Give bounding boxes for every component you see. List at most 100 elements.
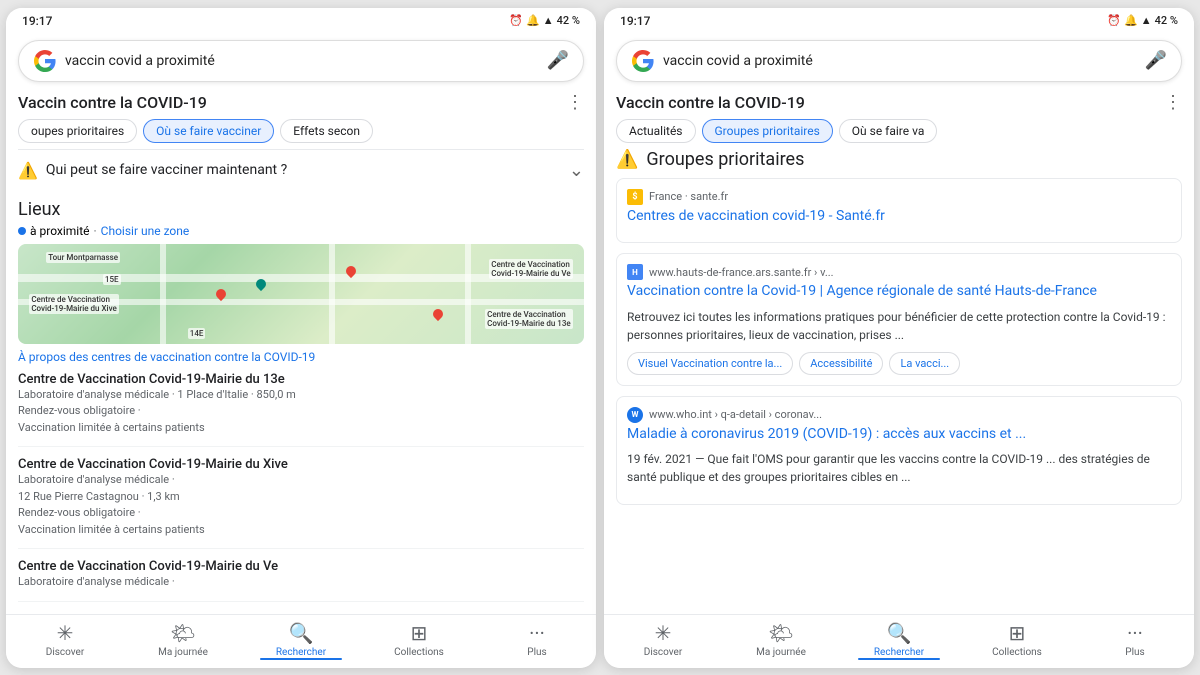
nav-rechercher-right[interactable]: 🔍 Rechercher (840, 621, 958, 660)
priority-header: ⚠️ Groupes prioritaires (616, 149, 1182, 170)
source-line-sante: $ France · sante.fr (627, 189, 1171, 205)
topic-title-left: Vaccin contre la COVID-19 ⋮ (18, 92, 584, 113)
map-pin-3 (430, 306, 444, 320)
mic-icon-right[interactable]: 🎤 (1145, 50, 1167, 71)
more-options-right[interactable]: ⋮ (1164, 92, 1182, 113)
result-card-who: W www.who.int › q-a-detail › coronav... … (616, 396, 1182, 506)
center-2: Centre de Vaccination Covid-19-Mairie du… (18, 457, 584, 549)
nav-journee-right[interactable]: 🌤 Ma journée (722, 621, 840, 660)
rechercher-icon-left: 🔍 (289, 621, 314, 645)
nav-active-bar-left (260, 658, 343, 660)
map-label-15e: 15E (103, 274, 121, 285)
plus-icon-right: ··· (1127, 621, 1143, 645)
chips-row-right: Actualités Groupes prioritaires Où se fa… (616, 119, 1182, 143)
nav-discover-right[interactable]: ✳ Discover (604, 621, 722, 660)
alarm-icon-right: ⏰ (1107, 14, 1121, 27)
battery-icon: 42 % (557, 14, 580, 27)
nav-rechercher-label-right: Rechercher (874, 647, 924, 658)
result-card-sante: $ France · sante.fr Centres de vaccinati… (616, 178, 1182, 244)
bottom-nav-right: ✳ Discover 🌤 Ma journée 🔍 Rechercher ⊞ C… (604, 614, 1194, 668)
location-near: à proximité (30, 224, 90, 238)
collections-icon-right: ⊞ (1009, 621, 1026, 645)
accordion-left[interactable]: ⚠️ Qui peut se faire vacciner maintenant… (18, 149, 584, 191)
left-phone: 19:17 ⏰ 🔔 ▲ 42 % vaccin covid a proximit… (6, 8, 596, 668)
blue-dot-icon (18, 227, 26, 235)
search-bar-right[interactable]: vaccin covid a proximité 🎤 (616, 40, 1182, 82)
center-2-details: Laboratoire d'analyse médicale · 12 Rue … (18, 472, 584, 538)
nav-journee-label-right: Ma journée (756, 647, 806, 658)
accordion-text-left: Qui peut se faire vacciner maintenant ? (46, 162, 561, 178)
chip-ou-se-faire[interactable]: Où se faire va (839, 119, 938, 143)
nav-rechercher-label-left: Rechercher (276, 647, 326, 658)
right-phone: 19:17 ⏰ 🔔 ▲ 42 % vaccin covid a proximit… (604, 8, 1194, 668)
nav-discover-left[interactable]: ✳ Discover (6, 621, 124, 660)
nav-collections-right[interactable]: ⊞ Collections (958, 621, 1076, 660)
nav-plus-left[interactable]: ··· Plus (478, 621, 596, 660)
more-options-left[interactable]: ⋮ (566, 92, 584, 113)
status-bar-left: 19:17 ⏰ 🔔 ▲ 42 % (6, 8, 596, 34)
source-line-hdf: H www.hauts-de-france.ars.sante.fr › v..… (627, 264, 1171, 280)
nav-collections-label-right: Collections (992, 647, 1042, 658)
sitelink-accessibilite[interactable]: Accessibilité (799, 352, 883, 375)
nav-plus-right[interactable]: ··· Plus (1076, 621, 1194, 660)
search-text-left[interactable]: vaccin covid a proximité (65, 53, 539, 69)
who-link[interactable]: Maladie à coronavirus 2019 (COVID-19) : … (627, 425, 1171, 445)
discover-icon-right: ✳ (655, 621, 672, 645)
bottom-nav-left: ✳ Discover 🌤 Ma journée 🔍 Rechercher ⊞ C… (6, 614, 596, 668)
journee-icon-left: 🌤 (170, 621, 195, 645)
search-text-right[interactable]: vaccin covid a proximité (663, 53, 1137, 69)
priority-title: Groupes prioritaires (646, 149, 804, 170)
topic-title-right: Vaccin contre la COVID-19 ⋮ (616, 92, 1182, 113)
sante-source: France · sante.fr (649, 190, 728, 203)
sante-link[interactable]: Centres de vaccination covid-19 - Santé.… (627, 207, 1171, 227)
nav-plus-label-left: Plus (527, 647, 546, 658)
warning-icon-left: ⚠️ (18, 161, 38, 180)
map-label-montparnasse: Tour Montparnasse (46, 252, 120, 263)
map-label-centre2: Centre de VaccinationCovid-19-Mairie du … (29, 294, 118, 314)
sitelink-visuel[interactable]: Visuel Vaccination contre la... (627, 352, 793, 375)
hdf-url: www.hauts-de-france.ars.sante.fr › v... (649, 266, 834, 279)
plus-icon-left: ··· (529, 621, 545, 645)
hdf-desc: Retrouvez ici toutes les informations pr… (627, 308, 1171, 344)
time-right: 19:17 (620, 14, 650, 28)
nav-rechercher-left[interactable]: 🔍 Rechercher (242, 621, 360, 660)
map-label-centre1: Centre de VaccinationCovid-19-Mairie du … (489, 259, 572, 279)
source-line-who: W www.who.int › q-a-detail › coronav... (627, 407, 1171, 423)
sitelink-vacci[interactable]: La vacci... (889, 352, 960, 375)
chip-vacciner[interactable]: Où se faire vacciner (143, 119, 274, 143)
search-bar-left[interactable]: vaccin covid a proximité 🎤 (18, 40, 584, 82)
nav-journee-left[interactable]: 🌤 Ma journée (124, 621, 242, 660)
map-road-v2 (329, 244, 335, 344)
nav-collections-left[interactable]: ⊞ Collections (360, 621, 478, 660)
who-favicon: W (627, 407, 643, 423)
status-icons-left: ⏰ 🔔 ▲ 42 % (509, 14, 580, 27)
chip-effets[interactable]: Effets secon (280, 119, 373, 143)
mic-icon-left[interactable]: 🎤 (547, 50, 569, 71)
map-label-14e: 14E (188, 328, 206, 339)
nav-discover-label-right: Discover (644, 647, 683, 658)
status-bar-right: 19:17 ⏰ 🔔 ▲ 42 % (604, 8, 1194, 34)
hdf-link[interactable]: Vaccination contre la Covid-19 | Agence … (627, 282, 1171, 302)
chip-actualites[interactable]: Actualités (616, 119, 696, 143)
time-left: 19:17 (22, 14, 52, 28)
donotdisturb-icon-right: 🔔 (1124, 14, 1138, 27)
map-road-v3 (465, 244, 471, 344)
who-desc: 19 fév. 2021 — Que fait l'OMS pour garan… (627, 450, 1171, 486)
nav-active-bar-right (858, 658, 941, 660)
nav-discover-label-left: Discover (46, 647, 85, 658)
wifi-icon-right: ▲ (1141, 14, 1152, 27)
map-link-left[interactable]: À propos des centres de vaccination cont… (18, 350, 584, 364)
center-3: Centre de Vaccination Covid-19-Mairie du… (18, 559, 584, 602)
chip-groupes[interactable]: oupes prioritaires (18, 119, 137, 143)
section-lieux-title: Lieux (18, 199, 584, 220)
hdf-favicon: H (627, 264, 643, 280)
alarm-icon: ⏰ (509, 14, 523, 27)
journee-icon-right: 🌤 (768, 621, 793, 645)
chip-groupes-prioritaires[interactable]: Groupes prioritaires (702, 119, 833, 143)
center-1-details: Laboratoire d'analyse médicale · 1 Place… (18, 387, 584, 437)
status-icons-right: ⏰ 🔔 ▲ 42 % (1107, 14, 1178, 27)
nav-journee-label-left: Ma journée (158, 647, 208, 658)
wifi-icon: ▲ (543, 14, 554, 27)
map-container-left[interactable]: Tour Montparnasse Centre de VaccinationC… (18, 244, 584, 344)
location-choose-link[interactable]: Choisir une zone (101, 224, 190, 238)
